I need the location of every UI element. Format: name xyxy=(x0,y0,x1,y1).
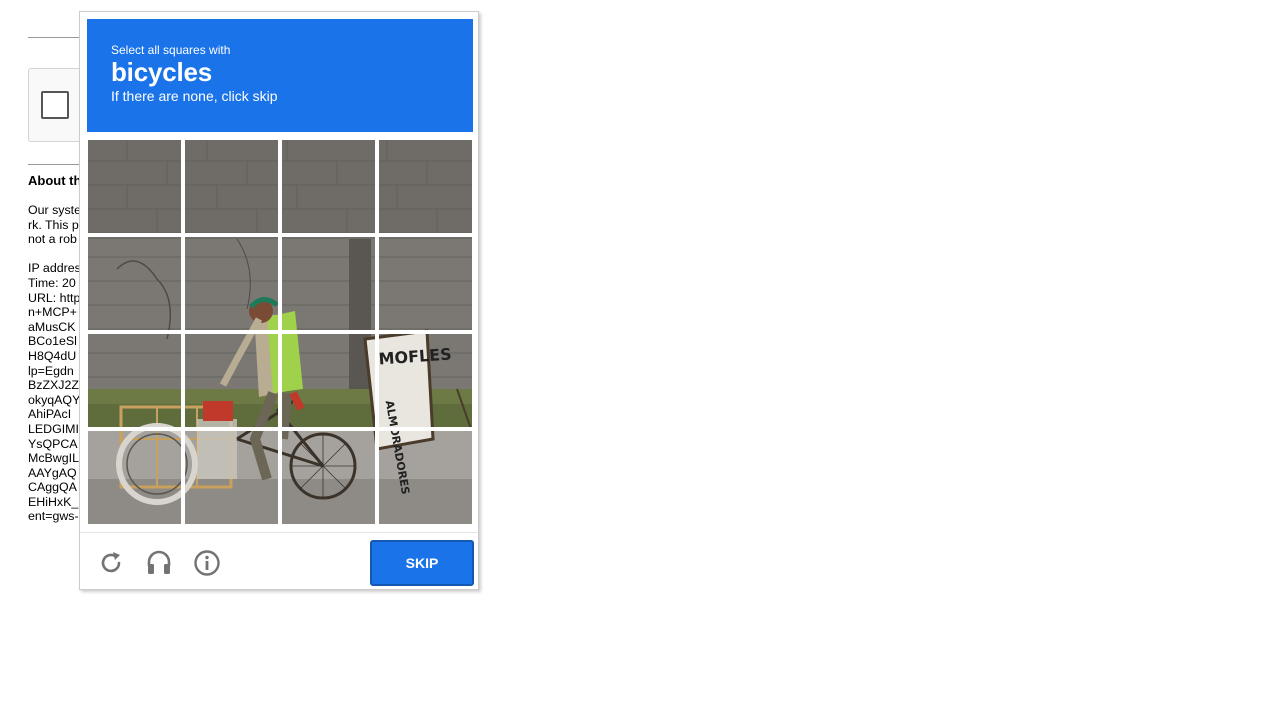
info-line: BzZXJ2Z xyxy=(28,378,79,393)
info-line: n+MCP+ xyxy=(28,305,77,320)
info-line: BCo1eSl xyxy=(28,334,77,349)
headphones-icon[interactable] xyxy=(144,548,174,578)
info-line: CAggQA xyxy=(28,480,77,495)
reload-icon[interactable] xyxy=(96,548,126,578)
info-icon[interactable] xyxy=(192,548,222,578)
challenge-footer: SKIP xyxy=(80,532,478,590)
grid-tile[interactable] xyxy=(280,429,377,525)
info-line: lp=Egdn xyxy=(28,363,74,378)
info-line: okyqAQY xyxy=(28,392,81,407)
grid-tile[interactable] xyxy=(377,139,473,235)
divider xyxy=(28,37,80,38)
grid-tile[interactable] xyxy=(280,139,377,235)
info-line: IP addres xyxy=(28,261,81,276)
tile-grid xyxy=(87,139,473,525)
grid-tile[interactable] xyxy=(183,332,280,429)
info-line: not a rob xyxy=(28,232,77,247)
image-grid: MOFLES ALMORADORES xyxy=(87,139,473,525)
info-line: LEDGIMI xyxy=(28,421,79,436)
recaptcha-checkbox[interactable] xyxy=(41,91,69,119)
grid-tile[interactable] xyxy=(377,429,473,525)
info-line: YsQPCA xyxy=(28,436,78,451)
hint-text: If there are none, click skip xyxy=(111,88,278,104)
info-line: aMusCK xyxy=(28,319,76,334)
about-title: About th xyxy=(28,173,82,188)
info-text: Our syste rk. This p not a rob IP addres… xyxy=(28,203,81,524)
info-line: URL: http xyxy=(28,290,81,305)
skip-button[interactable]: SKIP xyxy=(370,540,474,586)
grid-tile[interactable] xyxy=(280,332,377,429)
divider xyxy=(28,164,80,165)
info-line: Our syste xyxy=(28,203,82,217)
info-line: AAYgAQ xyxy=(28,465,77,480)
grid-tile[interactable] xyxy=(183,429,280,525)
info-line xyxy=(28,247,81,262)
target-object-text: bicycles xyxy=(111,57,213,87)
info-line: Time: 20 xyxy=(28,275,76,290)
grid-tile[interactable] xyxy=(87,332,183,429)
grid-tile[interactable] xyxy=(87,429,183,525)
grid-tile[interactable] xyxy=(87,235,183,332)
info-line: H8Q4dU xyxy=(28,348,77,363)
grid-tile[interactable] xyxy=(87,139,183,235)
challenge-header: Select all squares with bicycles If ther… xyxy=(87,19,473,132)
grid-tile[interactable] xyxy=(183,139,280,235)
info-line: AhiPAcI xyxy=(28,407,72,422)
info-line: EHiHxK_ xyxy=(28,494,79,509)
info-line: McBwgIL xyxy=(28,451,79,466)
grid-tile[interactable] xyxy=(183,235,280,332)
captcha-challenge-popup: Select all squares with bicycles If ther… xyxy=(79,11,479,590)
grid-tile[interactable] xyxy=(280,235,377,332)
info-line: ent=gws- xyxy=(28,509,79,524)
instruction-text: Select all squares with xyxy=(111,43,231,57)
info-line: rk. This p xyxy=(28,217,79,232)
grid-tile[interactable] xyxy=(377,332,473,429)
grid-tile[interactable] xyxy=(377,235,473,332)
